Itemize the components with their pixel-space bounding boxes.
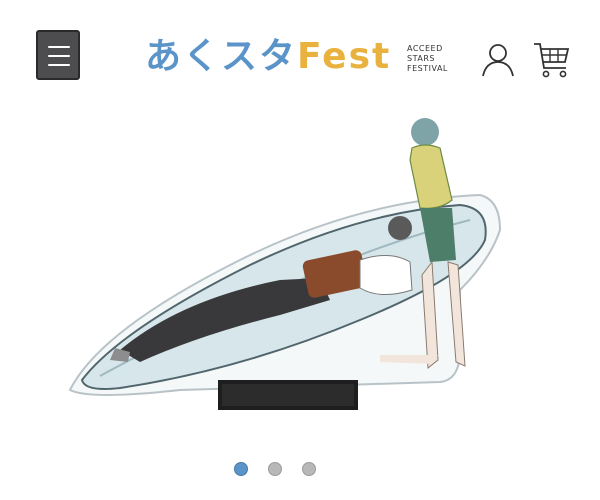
logo-sub-line: FESTIVAL — [407, 64, 448, 73]
user-icon — [482, 44, 514, 77]
logo-text-fest: Fest — [297, 36, 392, 77]
hamburger-menu-button[interactable] — [36, 30, 80, 80]
logo-subtitle: ACCEED STARS FESTIVAL — [407, 44, 467, 74]
carousel-indicators — [228, 460, 328, 480]
logo-wordmark: あくスタFest — [145, 32, 391, 82]
logo-text-japanese: あくスタ — [145, 36, 298, 77]
carousel-dot-active[interactable] — [234, 462, 248, 476]
logo-sub-line: STARS — [407, 54, 435, 63]
hero-product-image[interactable] — [60, 100, 560, 430]
carousel-dot[interactable] — [302, 462, 316, 476]
hamburger-line — [48, 55, 70, 57]
site-header: あくスタFest ACCEED STARS FESTIVAL — [0, 0, 600, 100]
shopping-cart-icon — [534, 43, 570, 78]
carousel-dot[interactable] — [268, 462, 282, 476]
hamburger-menu-icon — [48, 46, 70, 48]
account-button[interactable] — [478, 40, 518, 80]
hamburger-line — [48, 64, 70, 66]
logo-sub-line: ACCEED — [407, 44, 443, 53]
cart-button[interactable] — [532, 40, 572, 80]
acrylic-stand-illustration — [68, 118, 502, 410]
